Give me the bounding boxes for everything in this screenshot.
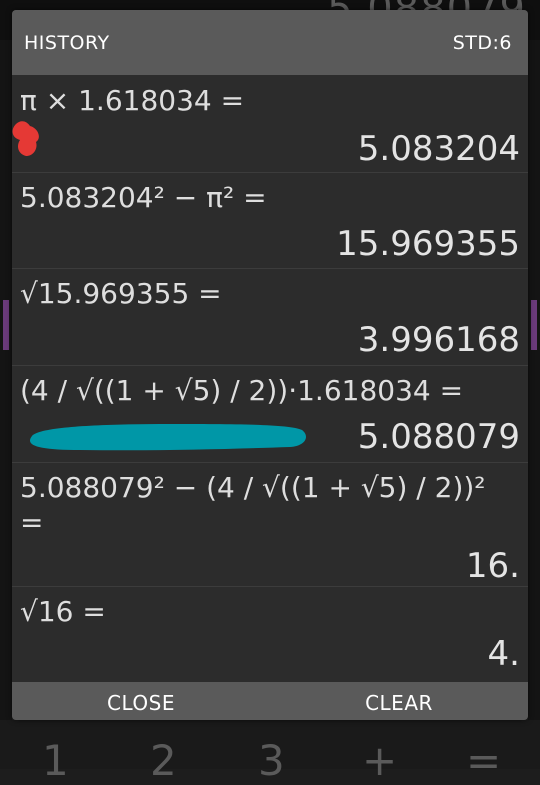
teal-scribble-mark xyxy=(30,424,306,451)
history-result: 5.083204 xyxy=(357,129,520,169)
key-1[interactable]: 1 xyxy=(42,736,69,785)
dialog-title: HISTORY xyxy=(24,32,110,54)
history-item[interactable]: 5.088079² − (4 / √((1 + √5) / 2))² = 16. xyxy=(12,462,528,587)
background-accent-right xyxy=(531,300,537,350)
history-dialog: HISTORY STD:6 π × 1.618034 = 5.083204 5.… xyxy=(12,10,528,720)
history-item[interactable]: 5.083204² − π² = 15.969355 xyxy=(12,172,528,269)
history-expression: √16 = xyxy=(20,595,106,628)
background-edge-right xyxy=(528,40,540,730)
history-expression: 5.088079² − (4 / √((1 + √5) / 2))² = xyxy=(20,471,495,539)
dialog-footer: CLOSE CLEAR xyxy=(12,682,528,720)
clear-button[interactable]: CLEAR xyxy=(270,682,528,720)
history-item[interactable]: √15.969355 = 3.996168 xyxy=(12,268,528,366)
close-button[interactable]: CLOSE xyxy=(12,682,270,720)
history-result: 4. xyxy=(487,634,520,674)
dialog-header: HISTORY STD:6 xyxy=(12,10,528,75)
history-result: 15.969355 xyxy=(336,224,520,264)
key-equals[interactable]: = xyxy=(466,736,501,785)
key-3[interactable]: 3 xyxy=(258,736,285,785)
background-accent-left xyxy=(3,300,9,350)
history-result: 16. xyxy=(465,546,520,586)
history-item[interactable]: π × 1.618034 = 5.083204 xyxy=(12,75,528,173)
history-expression: √15.969355 = xyxy=(20,277,222,310)
key-plus[interactable]: + xyxy=(362,736,397,785)
history-expression: (4 / √((1 + √5) / 2))·1.618034 = xyxy=(20,374,464,407)
precision-mode: STD:6 xyxy=(452,32,512,54)
history-expression: π × 1.618034 = xyxy=(20,84,245,117)
history-result: 5.088079 xyxy=(357,417,520,457)
history-expression: 5.083204² − π² = xyxy=(20,181,267,214)
history-item[interactable]: √16 = 4. xyxy=(12,586,528,682)
key-2[interactable]: 2 xyxy=(150,736,177,785)
history-list[interactable]: π × 1.618034 = 5.083204 5.083204² − π² =… xyxy=(12,75,528,682)
keypad-row: 1 2 3 + = xyxy=(0,720,540,785)
red-scribble-mark xyxy=(12,121,39,156)
history-result: 3.996168 xyxy=(357,320,520,360)
